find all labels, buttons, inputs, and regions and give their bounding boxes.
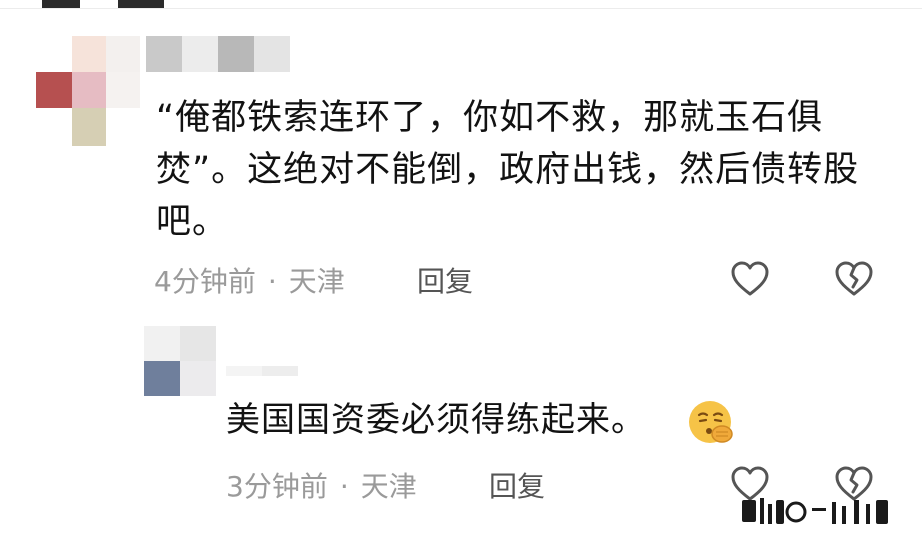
reply-time: 3分钟前 — [226, 470, 328, 503]
comment-text: “俺都铁索连环了，你如不救，那就玉石俱焚”。这绝对不能倒，政府出钱，然后债转股吧… — [156, 98, 860, 242]
watermark-logo — [742, 496, 902, 526]
meta-separator: · — [339, 470, 349, 503]
reply-meta: 3分钟前 · 天津 — [226, 465, 417, 505]
commenter-avatar[interactable] — [36, 36, 140, 146]
comment-meta: 4分钟前 · 天津 — [154, 260, 345, 300]
replier-username[interactable] — [226, 366, 298, 376]
reply-reply-button[interactable]: 回复 — [489, 465, 545, 505]
replier-avatar[interactable] — [144, 326, 216, 396]
comment-time: 4分钟前 — [154, 265, 256, 298]
top-edge-block — [118, 0, 164, 8]
meta-separator: · — [267, 265, 277, 298]
top-edge-block — [42, 0, 80, 8]
divider — [0, 8, 922, 9]
heart-outline-icon[interactable] — [728, 257, 772, 301]
comment-location: 天津 — [288, 265, 345, 298]
reply-location: 天津 — [360, 470, 417, 503]
commenter-username[interactable] — [146, 36, 290, 72]
reply-button[interactable]: 回复 — [417, 260, 473, 300]
smirking-face-emoji-icon — [686, 398, 738, 446]
broken-heart-icon[interactable] — [832, 257, 876, 301]
reply-text: 美国国资委必须得练起来。 — [226, 400, 646, 440]
